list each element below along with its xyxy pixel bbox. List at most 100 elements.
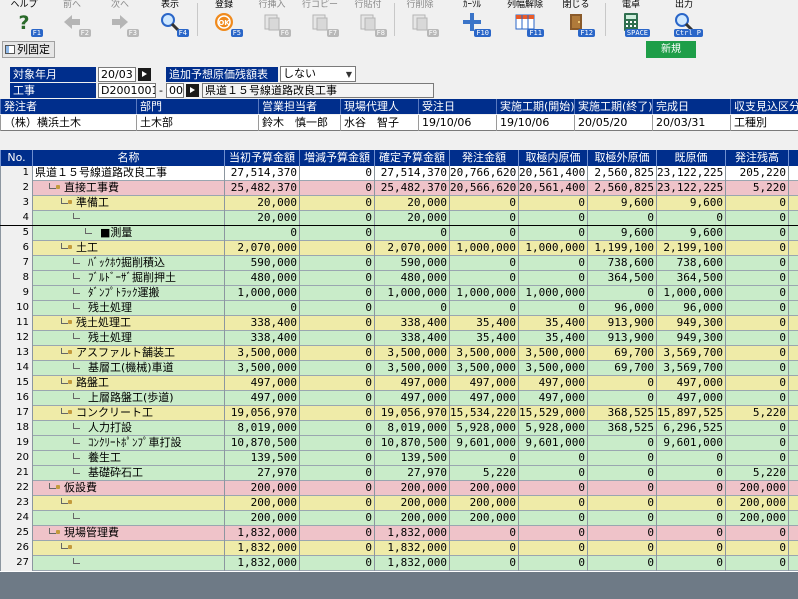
- amount-cell[interactable]: 0: [725, 211, 788, 226]
- grid-column-header[interactable]: No.: [0, 150, 32, 166]
- name-cell[interactable]: [32, 511, 224, 526]
- name-cell[interactable]: [32, 556, 224, 571]
- amount-cell[interactable]: 20: [788, 511, 798, 526]
- amount-cell[interactable]: 0: [299, 316, 374, 331]
- amount-cell[interactable]: 20,000: [374, 211, 449, 226]
- amount-cell[interactable]: 0: [725, 391, 788, 406]
- amount-cell[interactable]: 0: [725, 361, 788, 376]
- amount-cell[interactable]: 0: [449, 226, 518, 241]
- amount-cell[interactable]: 35,400: [518, 316, 587, 331]
- amount-cell[interactable]: 0: [587, 211, 656, 226]
- amount-cell[interactable]: 0: [449, 526, 518, 541]
- amount-cell[interactable]: 0: [725, 316, 788, 331]
- table-row[interactable]: 25現場管理費1,832,00001,832,000000001,83: [0, 526, 798, 541]
- row-number-cell[interactable]: 2: [0, 181, 32, 196]
- amount-cell[interactable]: 0: [725, 271, 788, 286]
- amount-cell[interactable]: 200,000: [449, 496, 518, 511]
- amount-cell[interactable]: 0: [656, 481, 725, 496]
- amount-cell[interactable]: 0: [587, 376, 656, 391]
- amount-cell[interactable]: 200,000: [374, 496, 449, 511]
- amount-cell[interactable]: 200,000: [224, 481, 299, 496]
- amount-cell[interactable]: 0: [518, 301, 587, 316]
- amount-cell[interactable]: 0: [725, 331, 788, 346]
- amount-cell[interactable]: 0: [299, 376, 374, 391]
- extra-cost-display-select[interactable]: しない ▼: [280, 66, 356, 82]
- amount-cell[interactable]: 338,400: [224, 331, 299, 346]
- amount-cell[interactable]: 0: [656, 511, 725, 526]
- amount-cell[interactable]: 497,000: [656, 391, 725, 406]
- amount-cell[interactable]: 0: [587, 286, 656, 301]
- amount-cell[interactable]: 1,000,000: [449, 286, 518, 301]
- table-row[interactable]: 5■測量000009,6009,6000-: [0, 226, 798, 241]
- amount-cell[interactable]: 497,000: [224, 376, 299, 391]
- row-number-cell[interactable]: 6: [0, 241, 32, 256]
- amount-cell[interactable]: 0: [725, 556, 788, 571]
- amount-cell[interactable]: 0: [518, 526, 587, 541]
- name-cell[interactable]: 県道１５号線道路改良工事: [32, 166, 224, 181]
- amount-cell[interactable]: 205,220: [725, 166, 788, 181]
- amount-cell[interactable]: 69,700: [587, 361, 656, 376]
- amount-cell[interactable]: 96,000: [587, 301, 656, 316]
- amount-cell[interactable]: 0: [299, 481, 374, 496]
- amount-cell[interactable]: 0: [518, 511, 587, 526]
- amount-cell[interactable]: -9: [788, 301, 798, 316]
- amount-cell[interactable]: 0: [299, 331, 374, 346]
- amount-cell[interactable]: 0: [587, 436, 656, 451]
- amount-cell[interactable]: 20: [788, 481, 798, 496]
- table-row[interactable]: 9 ﾀﾞﾝﾌﾟﾄﾗｯｸ運搬 1,000,000 0 1,000,000 1,000,000…: [0, 286, 798, 301]
- name-cell[interactable]: コンクリート工: [32, 406, 224, 421]
- amount-cell[interactable]: 3,15: [788, 406, 798, 421]
- amount-cell[interactable]: 3,500,000: [518, 361, 587, 376]
- table-row[interactable]: 12 残土処理 338,400 0 338,400 35,400 35,400 913,900…: [0, 331, 798, 346]
- name-cell[interactable]: 準備工: [32, 196, 224, 211]
- row-number-cell[interactable]: 10: [0, 301, 32, 316]
- name-cell[interactable]: ﾌﾞﾙﾄﾞｰｻﾞ掘削押土: [32, 271, 224, 286]
- amount-cell[interactable]: 0: [656, 526, 725, 541]
- amount-cell[interactable]: 35,400: [518, 331, 587, 346]
- amount-cell[interactable]: 2,560,825: [587, 166, 656, 181]
- amount-cell[interactable]: 0: [518, 211, 587, 226]
- amount-cell[interactable]: 0: [299, 256, 374, 271]
- amount-cell[interactable]: 8,019,000: [224, 421, 299, 436]
- name-cell[interactable]: ﾊﾞｯｸﾎｳ掘削積込: [32, 256, 224, 271]
- name-cell[interactable]: 残土処理: [32, 331, 224, 346]
- freeze-column-button[interactable]: 列固定: [2, 41, 55, 58]
- row-number-cell[interactable]: 19: [0, 436, 32, 451]
- amount-cell[interactable]: 0: [299, 556, 374, 571]
- name-cell[interactable]: 上層路盤工(歩道): [32, 391, 224, 406]
- grid-column-header[interactable]: 当初予算金額: [224, 150, 299, 166]
- amount-cell[interactable]: 19,056,970: [224, 406, 299, 421]
- grid-column-header[interactable]: 取極外原価: [587, 150, 656, 166]
- amount-cell[interactable]: 4,39: [788, 166, 798, 181]
- row-number-cell[interactable]: 26: [0, 541, 32, 556]
- table-row[interactable]: 17 コンクリート工 19,056,970 0 19,056,970 15,534,220…: [0, 406, 798, 421]
- amount-cell[interactable]: 35,400: [449, 316, 518, 331]
- amount-cell[interactable]: 0: [725, 451, 788, 466]
- amount-cell[interactable]: 15,534,220: [449, 406, 518, 421]
- amount-cell[interactable]: 0: [518, 451, 587, 466]
- amount-cell[interactable]: 497,000: [449, 391, 518, 406]
- amount-cell[interactable]: 0: [656, 541, 725, 556]
- name-cell[interactable]: 土工: [32, 241, 224, 256]
- amount-cell[interactable]: 0: [725, 346, 788, 361]
- amount-cell[interactable]: [788, 196, 798, 211]
- amount-cell[interactable]: 0: [299, 526, 374, 541]
- amount-cell[interactable]: 497,000: [656, 376, 725, 391]
- amount-cell[interactable]: 0: [725, 286, 788, 301]
- amount-cell[interactable]: 1,832,000: [374, 526, 449, 541]
- amount-cell[interactable]: 2: [788, 466, 798, 481]
- amount-cell[interactable]: 0: [518, 196, 587, 211]
- grid-column-header[interactable]: 既原価: [656, 150, 725, 166]
- amount-cell[interactable]: 0: [449, 451, 518, 466]
- amount-cell[interactable]: 200,000: [725, 481, 788, 496]
- amount-cell[interactable]: 20,561,400: [518, 181, 587, 196]
- amount-cell[interactable]: 497,000: [518, 376, 587, 391]
- name-cell[interactable]: 人力打設: [32, 421, 224, 436]
- name-cell[interactable]: [32, 541, 224, 556]
- amount-cell[interactable]: 1,83: [788, 556, 798, 571]
- amount-cell[interactable]: 0: [299, 346, 374, 361]
- amount-cell[interactable]: 1,832,000: [224, 541, 299, 556]
- amount-cell[interactable]: 5,928,000: [518, 421, 587, 436]
- amount-cell[interactable]: 200,000: [725, 496, 788, 511]
- amount-cell[interactable]: 20,000: [224, 211, 299, 226]
